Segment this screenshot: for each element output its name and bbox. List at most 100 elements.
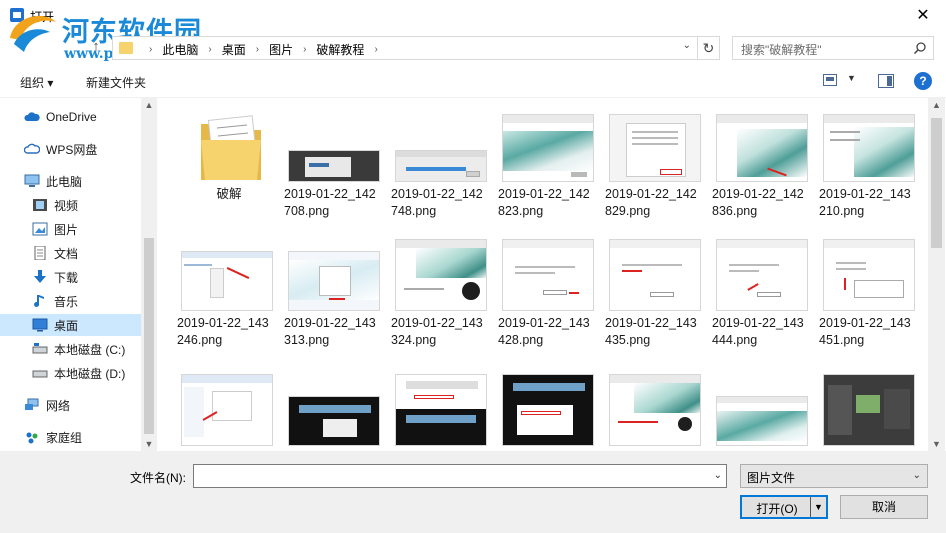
search-input[interactable]: 搜索"破解教程" [732, 36, 934, 60]
chevron-right-icon[interactable]: › [256, 44, 259, 55]
image-thumbnail [715, 110, 809, 182]
file-tile-image[interactable] [176, 374, 280, 451]
image-thumbnail [287, 374, 381, 446]
view-options-icon[interactable] [823, 74, 837, 86]
file-name: 2019-01-22_143 324.png [391, 316, 483, 347]
chevron-right-icon[interactable]: › [303, 44, 306, 55]
chevron-right-icon[interactable]: › [149, 44, 152, 55]
file-tile-image[interactable]: 2019-01-22_142 748.png [390, 110, 494, 234]
file-name: 2019-01-22_142 708.png [284, 187, 376, 218]
scroll-down-icon[interactable]: ▼ [928, 439, 945, 449]
address-bar[interactable]: › 此电脑 › 桌面 › 图片 › 破解教程 › ⌄ [112, 36, 698, 60]
scroll-up-icon[interactable]: ▲ [928, 100, 945, 110]
breadcrumb-item-tutorial[interactable]: 破解教程 [316, 41, 364, 58]
file-name: 2019-01-22_143 428.png [498, 316, 590, 347]
sidebar-item-this-pc[interactable]: 此电脑 [0, 170, 141, 192]
sidebar-item-drive-c[interactable]: 本地磁盘 (C:) [0, 338, 141, 360]
file-tile-image[interactable] [711, 374, 815, 451]
file-tile-image[interactable]: 2019-01-22_142 836.png [711, 110, 815, 234]
file-grid-scrollbar[interactable]: ▲ ▼ [928, 98, 945, 451]
folder-thumbnail [180, 110, 274, 182]
scrollbar-thumb[interactable] [931, 118, 942, 248]
file-name: 2019-01-22_143 246.png [177, 316, 269, 347]
file-name: 2019-01-22_143 451.png [819, 316, 911, 347]
breadcrumb-item-desktop[interactable]: 桌面 [222, 41, 246, 58]
file-tile-image[interactable]: 2019-01-22_143 428.png [497, 239, 601, 363]
sidebar-item-label: 下载 [54, 270, 79, 285]
file-tile-folder[interactable]: 破解 [176, 110, 280, 234]
sidebar-item-downloads[interactable]: 下载 [0, 266, 141, 288]
filename-field[interactable]: ⌄ [193, 464, 727, 488]
sidebar-item-music[interactable]: 音乐 [0, 290, 141, 312]
chevron-right-icon[interactable]: › [374, 44, 377, 55]
chevron-right-icon[interactable]: › [208, 44, 211, 55]
image-thumbnail [180, 374, 274, 446]
file-tile-image[interactable]: 2019-01-22_142 708.png [283, 110, 387, 234]
organize-button[interactable]: 组织 ▾ [20, 74, 53, 91]
file-tile-image[interactable] [390, 374, 494, 451]
music-icon [34, 295, 44, 307]
image-thumbnail [715, 239, 809, 311]
image-thumbnail [501, 374, 595, 446]
sidebar-item-pictures[interactable]: 图片 [0, 218, 141, 240]
up-arrow-icon[interactable]: ↑ [86, 38, 106, 58]
image-thumbnail [822, 110, 916, 182]
open-dropdown-icon[interactable]: ▼ [810, 497, 826, 517]
title-bar: 打开 河东软件园 www.pc0359.cn ✕ [0, 0, 946, 62]
open-button-label: 打开(O) [756, 502, 798, 516]
file-tile-image[interactable] [497, 374, 601, 451]
file-tile-image[interactable] [818, 374, 922, 451]
sidebar-scrollbar[interactable]: ▲ ▼ [141, 98, 157, 451]
search-icon [913, 42, 926, 55]
navigation-pane: OneDrive WPS网盘 此电脑 视频 图片 文档 下载 音乐 桌面 本地磁… [0, 98, 157, 451]
sidebar-item-label: 音乐 [54, 294, 79, 309]
sidebar-item-homegroup[interactable]: 家庭组 [0, 426, 141, 448]
sidebar-item-documents[interactable]: 文档 [0, 242, 141, 264]
drive-icon [32, 343, 48, 354]
file-tile-image[interactable] [283, 374, 387, 451]
chevron-down-icon[interactable]: ⌄ [714, 470, 722, 481]
file-tile-image[interactable]: 2019-01-22_143 246.png [176, 239, 280, 363]
file-tile-image[interactable]: 2019-01-22_143 451.png [818, 239, 922, 363]
scrollbar-thumb[interactable] [144, 238, 154, 434]
file-tile-image[interactable]: 2019-01-22_143 313.png [283, 239, 387, 363]
scroll-down-icon[interactable]: ▼ [141, 439, 157, 449]
file-tile-image[interactable]: 2019-01-22_142 829.png [604, 110, 708, 234]
sidebar-item-videos[interactable]: 视频 [0, 194, 141, 216]
video-icon [33, 199, 47, 211]
image-thumbnail [822, 374, 916, 446]
computer-icon [24, 174, 40, 187]
image-thumbnail [822, 239, 916, 311]
sidebar-item-label: 本地磁盘 (D:) [54, 366, 126, 381]
file-tile-image[interactable]: 2019-01-22_143 435.png [604, 239, 708, 363]
sidebar-item-onedrive[interactable]: OneDrive [0, 106, 141, 128]
open-button[interactable]: 打开(O) ▼ [740, 495, 828, 519]
cancel-button[interactable]: 取消 [840, 495, 928, 519]
file-tile-image[interactable]: 2019-01-22_143 444.png [711, 239, 815, 363]
sidebar-item-network[interactable]: 网络 [0, 394, 141, 416]
filetype-select[interactable]: 图片文件 ⌄ [740, 464, 928, 488]
breadcrumb-item-pictures[interactable]: 图片 [269, 41, 293, 58]
chevron-down-icon[interactable]: ⌄ [683, 40, 691, 51]
file-name: 2019-01-22_143 210.png [819, 187, 911, 218]
help-icon[interactable]: ? [914, 72, 932, 90]
close-button[interactable]: ✕ [900, 0, 946, 32]
cloud-icon [24, 143, 40, 154]
refresh-button[interactable]: ↻ [698, 36, 720, 60]
chevron-down-icon[interactable]: ▼ [847, 73, 856, 83]
file-tile-image[interactable]: 2019-01-22_143 210.png [818, 110, 922, 234]
sidebar-item-desktop[interactable]: 桌面 [0, 314, 141, 336]
sidebar-item-drive-d[interactable]: 本地磁盘 (D:) [0, 362, 141, 384]
file-tile-image[interactable] [604, 374, 708, 451]
homegroup-icon [26, 432, 38, 444]
command-toolbar: 组织 ▾ 新建文件夹 ▼ ? [0, 66, 946, 98]
file-tile-image[interactable]: 2019-01-22_143 324.png [390, 239, 494, 363]
new-folder-button[interactable]: 新建文件夹 [86, 74, 146, 91]
breadcrumb-item-this-pc[interactable]: 此电脑 [162, 41, 198, 58]
preview-pane-icon[interactable] [878, 74, 894, 88]
sidebar-item-wps[interactable]: WPS网盘 [0, 138, 141, 160]
scroll-up-icon[interactable]: ▲ [141, 100, 157, 110]
file-name: 2019-01-22_142 748.png [391, 187, 483, 218]
document-icon [34, 246, 46, 260]
file-tile-image[interactable]: 2019-01-22_142 823.png [497, 110, 601, 234]
